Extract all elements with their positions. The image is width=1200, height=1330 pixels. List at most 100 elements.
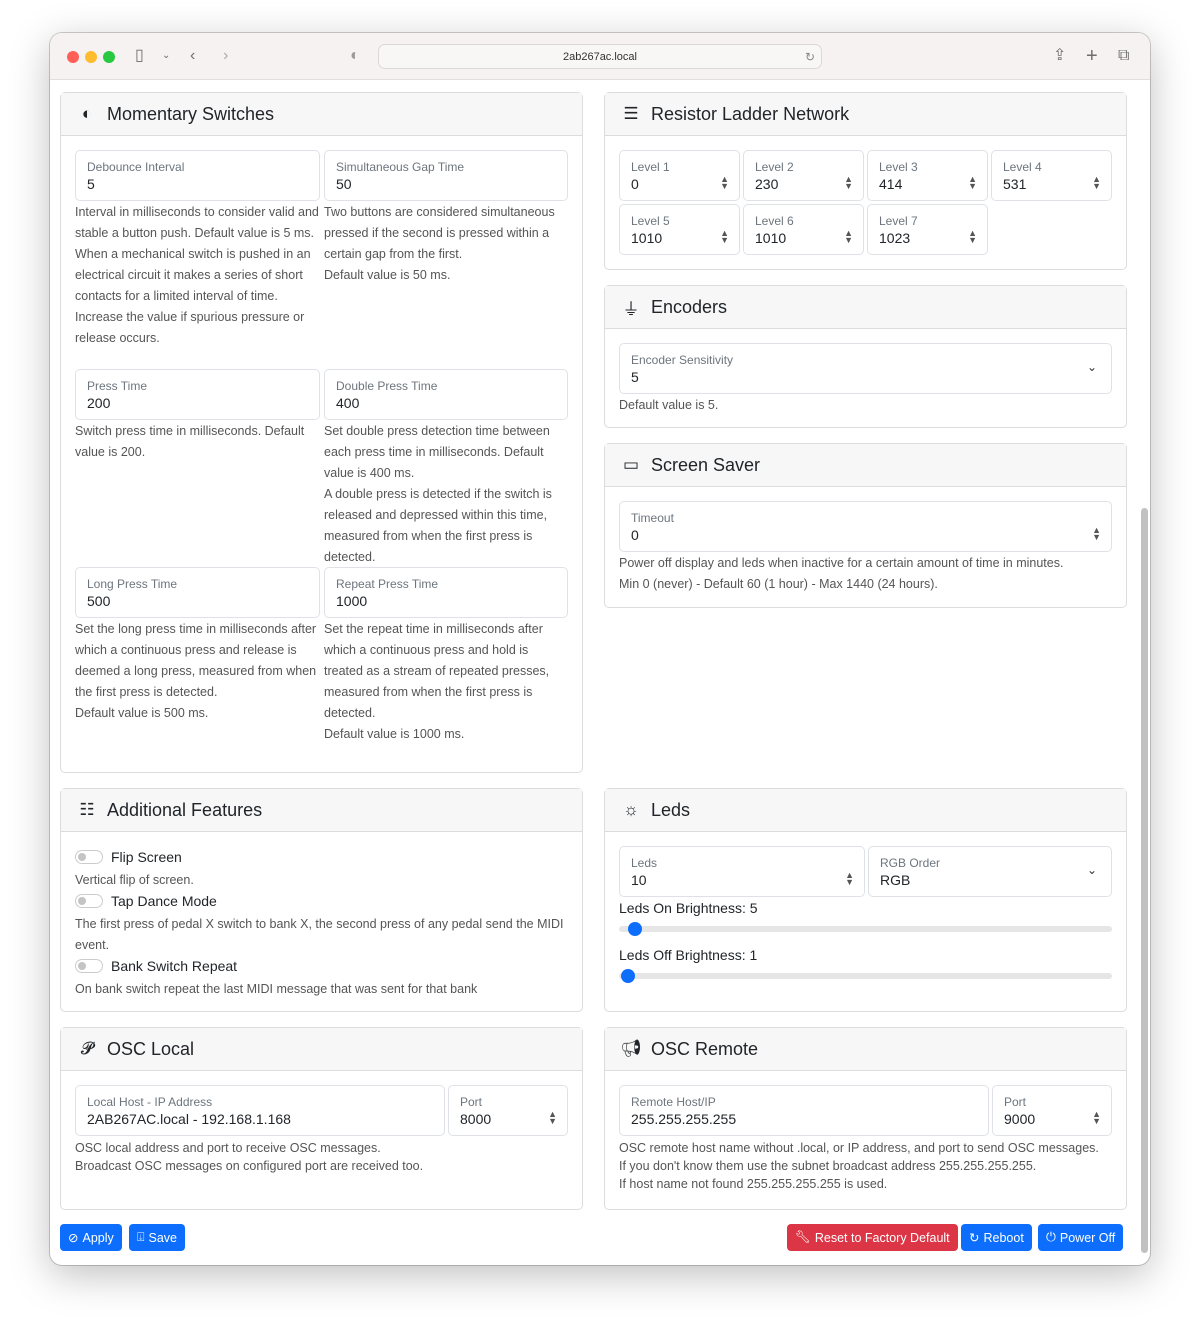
ladder-level-input[interactable]: Level 6 1010 ▲ ▼ <box>743 204 864 255</box>
minimize-window-button[interactable] <box>85 51 97 63</box>
apply-button[interactable]: ⊘ Apply <box>60 1224 122 1251</box>
ladder-icon: ☰ <box>623 104 639 123</box>
field-value: 230 <box>755 176 779 192</box>
slider-handle[interactable] <box>628 922 643 936</box>
power-icon: ⏻ <box>1046 1230 1056 1244</box>
momentary-field-input[interactable]: Repeat Press Time 1000 <box>324 567 568 618</box>
momentary-field-input[interactable]: Double Press Time 400 <box>324 369 568 420</box>
chevron-down-icon[interactable]: ⌄ <box>162 45 170 67</box>
screen-saver-card: ▭ Screen Saver Timeout 0 ▲ ▼ Power off displ… <box>604 443 1127 608</box>
sidebar-icon[interactable]: ▯ <box>135 45 144 67</box>
toggle-switch[interactable] <box>75 894 103 908</box>
spinner-icon[interactable]: ▲ ▼ <box>968 175 977 191</box>
new-tab-icon[interactable]: + <box>1086 45 1098 67</box>
on-brightness-slider[interactable] <box>619 922 1112 936</box>
spinner-icon[interactable]: ▲ ▼ <box>845 871 854 887</box>
leds-card: ☼ Leds Leds 10 ▲ ▼ RGB Order RGB ⌄ Leds On Bri… <box>604 788 1127 1012</box>
timeout-input[interactable]: Timeout 0 ▲ ▼ <box>619 501 1112 552</box>
back-icon[interactable]: ‹ <box>190 45 195 67</box>
reboot-button[interactable]: ↻ Reboot <box>961 1224 1032 1251</box>
additional-features-card: ☷ Additional Features Flip Screen Vertica… <box>60 788 583 1012</box>
help-text: A double press is detected if the switch… <box>324 487 552 564</box>
momentary-field-input[interactable]: Long Press Time 500 <box>75 567 320 618</box>
flip-screen-switch[interactable]: Flip Screen <box>75 849 182 865</box>
tap-dance-switch[interactable]: Tap Dance Mode <box>75 893 217 909</box>
help-text: Default value is 50 ms. <box>324 268 451 282</box>
help-text: Min 0 (never) - Default 60 (1 hour) - Ma… <box>619 577 938 591</box>
address-bar[interactable]: 2ab267ac.local ↻ <box>378 44 822 69</box>
ladder-level-input[interactable]: Level 7 1023 ▲ ▼ <box>867 204 988 255</box>
help-text: OSC local address and port to receive OS… <box>75 1141 381 1155</box>
leds-count-input[interactable]: Leds 10 ▲ ▼ <box>619 846 865 897</box>
save-button[interactable]: ⍗ Save <box>129 1224 186 1251</box>
tabs-overview-icon[interactable]: ⧉ <box>1118 45 1129 67</box>
remote-port-input[interactable]: Port 9000 ▲ ▼ <box>992 1085 1112 1136</box>
card-title: Momentary Switches <box>107 103 275 124</box>
ear-icon: 𝓟 <box>80 1039 94 1058</box>
spinner-icon[interactable]: ▲ ▼ <box>548 1110 557 1126</box>
slider-handle[interactable] <box>620 969 635 983</box>
spinner-icon[interactable]: ▲ ▼ <box>1092 526 1101 542</box>
card-header: ☼ Leds <box>605 789 1126 832</box>
switch-label: Bank Switch Repeat <box>111 958 238 974</box>
scrollbar[interactable] <box>1141 508 1148 1253</box>
field-value: 500 <box>87 593 111 609</box>
spinner-icon[interactable]: ▲ ▼ <box>1092 1110 1101 1126</box>
field-value: 400 <box>336 395 360 411</box>
off-brightness-label: Leds Off Brightness: 1 <box>619 947 758 963</box>
check-circle-icon: ⊘ <box>68 1231 79 1245</box>
spinner-icon[interactable]: ▲ ▼ <box>968 229 977 245</box>
ladder-level-input[interactable]: Level 4 531 ▲ ▼ <box>991 150 1112 201</box>
share-icon[interactable]: ⇪ <box>1053 45 1066 67</box>
momentary-field-input[interactable]: Simultaneous Gap Time 50 <box>324 150 568 201</box>
ladder-level-input[interactable]: Level 3 414 ▲ ▼ <box>867 150 988 201</box>
ladder-level-input[interactable]: Level 2 230 ▲ ▼ <box>743 150 864 201</box>
toggle-switch[interactable] <box>75 959 103 973</box>
chevron-down-icon: ⌄ <box>1086 360 1097 374</box>
help-text: Interval in milliseconds to consider val… <box>75 205 319 240</box>
local-host-field[interactable]: Local Host - IP Address 2AB267AC.local - … <box>75 1085 445 1136</box>
field-label: Local Host - IP Address <box>87 1095 213 1109</box>
bank-switch-repeat-switch[interactable]: Bank Switch Repeat <box>75 958 237 974</box>
osc-remote-card: 📢︎ OSC Remote Remote Host/IP 255.255.255.2… <box>604 1027 1127 1210</box>
spinner-icon[interactable]: ▲ ▼ <box>720 175 729 191</box>
card-title: Screen Saver <box>651 454 761 475</box>
help-text: Set the repeat time in milliseconds afte… <box>324 622 550 720</box>
help-text: Set double press detection time between … <box>324 424 550 480</box>
off-brightness-slider[interactable] <box>619 969 1112 983</box>
switch-label: Flip Screen <box>111 849 182 865</box>
encoder-sensitivity-select[interactable]: Encoder Sensitivity 5 ⌄ <box>619 343 1112 394</box>
shield-icon[interactable]: ◐ <box>350 45 360 67</box>
spinner-icon[interactable]: ▲ ▼ <box>720 229 729 245</box>
spinner-icon[interactable]: ▲ ▼ <box>1092 175 1101 191</box>
card-title: OSC Local <box>107 1038 195 1059</box>
field-value: 10 <box>631 872 647 888</box>
momentary-field-input[interactable]: Press Time 200 <box>75 369 320 420</box>
spinner-icon[interactable]: ▲ ▼ <box>844 229 853 245</box>
power-off-button[interactable]: ⏻ Power Off <box>1038 1224 1124 1251</box>
button-label: Power Off <box>1059 1230 1116 1245</box>
field-value: 5 <box>631 369 639 385</box>
spinner-icon[interactable]: ▲ ▼ <box>844 175 853 191</box>
restart-icon: ↻ <box>969 1231 980 1245</box>
help-text: If host name not found 255.255.255.255 i… <box>619 1177 888 1191</box>
close-window-button[interactable] <box>67 51 79 63</box>
save-icon: ⍗ <box>137 1230 145 1244</box>
card-header: ◐ Momentary Switches <box>61 93 582 136</box>
reload-icon[interactable]: ↻ <box>805 45 815 69</box>
maximize-window-button[interactable] <box>103 51 115 63</box>
help-text: Increase the value if spurious pressure … <box>75 310 305 345</box>
remote-host-field[interactable]: Remote Host/IP 255.255.255.255 <box>619 1085 989 1136</box>
reset-factory-button[interactable]: 🔧︎ Reset to Factory Default <box>787 1224 958 1251</box>
local-port-input[interactable]: Port 8000 ▲ ▼ <box>448 1085 568 1136</box>
help-text: When a mechanical switch is pushed in an… <box>75 247 311 303</box>
forward-icon[interactable]: › <box>223 45 228 67</box>
momentary-field-input[interactable]: Debounce Interval 5 <box>75 150 320 201</box>
field-label: Repeat Press Time <box>336 577 439 591</box>
switch-label: Tap Dance Mode <box>111 893 217 909</box>
ladder-level-input[interactable]: Level 5 1010 ▲ ▼ <box>619 204 740 255</box>
toggle-switch[interactable] <box>75 850 103 864</box>
ladder-level-input[interactable]: Level 1 0 ▲ ▼ <box>619 150 740 201</box>
rgb-order-select[interactable]: RGB Order RGB ⌄ <box>868 846 1112 897</box>
field-label: Level 7 <box>879 214 918 228</box>
